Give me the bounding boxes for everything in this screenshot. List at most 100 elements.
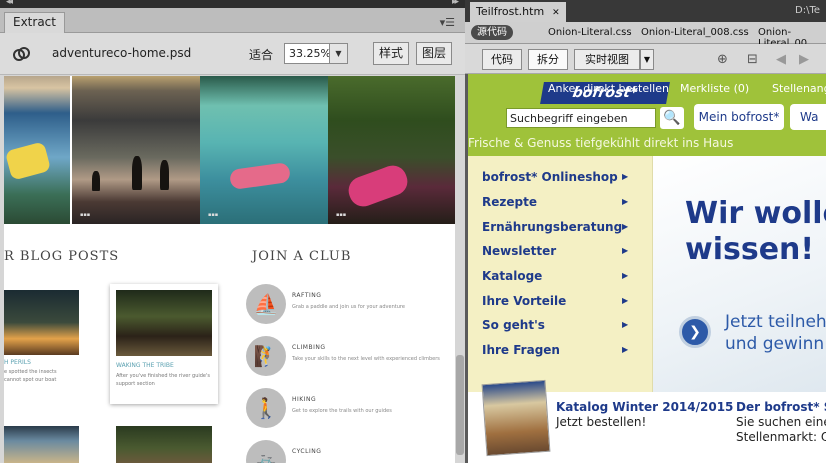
warenkorb-button[interactable]: Wa [790,104,826,130]
arrow-right-icon[interactable]: ❯ [679,316,711,348]
club-title: CYCLING [292,448,322,455]
hiking-icon: 🚶 [246,388,286,428]
club-desc: Grab a paddle and join us for your adven… [292,304,405,310]
photo-silhouettes: ▪▪▪ [72,76,200,224]
nav-item-rezepte[interactable]: Rezepte [482,195,537,209]
diver-shape [228,161,292,191]
blog-image-3 [4,426,79,463]
document-tabs: Teilfrost.htm ✕ D:\Te [465,0,826,22]
blog-card-desc: After you've finished the river guide's … [116,373,210,387]
catalog-image[interactable] [481,379,551,457]
back-arrow-icon[interactable]: ◀ [776,52,786,67]
climber-shape [344,161,412,211]
blog-card-image [116,290,212,356]
cycling-icon: 🚲 [246,440,286,463]
extract-panel: ◂◂ ▸▸ Extract ▾☰ adventureco-home.psd 适合… [0,0,465,463]
preview-icon[interactable]: ⊟ [747,52,758,67]
forward-arrow-icon[interactable]: ▶ [799,52,809,67]
nav-item-newsletter[interactable]: Newsletter [482,244,556,258]
dreamweaver-pane: Teilfrost.htm ✕ D:\Te 源代码 Onion-Literal.c… [465,0,826,463]
hero-banner[interactable]: Wir wolle wissen! ❯ Jetzt teilneh und ge… [653,156,826,392]
chevron-right-icon: ▶ [622,271,629,280]
site-header: bofrost* Anker direkt bestellen Merklist… [468,74,826,156]
nav-item-vorteile[interactable]: Ihre Vorteile [482,294,566,308]
search-icon[interactable]: 🔍 [660,107,684,129]
top-link-jobs[interactable]: Stellenang [772,82,826,95]
hero-sub-line2: und gewinn [725,334,825,354]
chevron-down-icon[interactable]: ▼ [329,44,347,63]
related-files-bar: 源代码 Onion-Literal.css Onion-Literal_008.… [465,22,826,49]
chevron-down-icon[interactable]: ▼ [640,49,654,70]
teaser-row: Katalog Winter 2014/2015 Jetzt bestellen… [468,379,826,463]
photo-kayak [4,76,70,224]
mein-bofrost-button[interactable]: Mein bofrost* [694,104,784,130]
blog-image-4 [116,426,212,463]
code-view-button[interactable]: 代码 [482,49,522,70]
tab-teilfrost[interactable]: Teilfrost.htm ✕ [470,2,566,22]
tab-extract[interactable]: Extract [4,12,65,33]
catalog-title[interactable]: Katalog Winter 2014/2015 [556,400,733,414]
heading-blog-posts: R BLOG POSTS [4,249,120,264]
fit-label: 适合 [249,48,274,62]
zoom-select[interactable]: 33.25% ▼ [284,43,348,64]
close-icon[interactable]: ✕ [552,8,560,18]
site-nav: bofrost* Onlineshop ▶ Rezepte ▶ Ernährun… [468,156,653,392]
related-file[interactable]: Onion-Literal.css [548,27,632,38]
nav-item-ernaehrung[interactable]: Ernährungsberatung [482,220,622,234]
climbing-icon: 🧗 [246,336,286,376]
blog-title: H PERILS [4,359,31,366]
search-input[interactable]: Suchbegriff eingeben [506,108,656,128]
club-title: CLIMBING [292,344,326,351]
inspect-icon[interactable]: ⊕ [717,52,728,67]
extract-toolbar: adventureco-home.psd 适合 33.25% ▼ 样式 图层 [0,33,465,75]
jobs-text-line2: Stellenmarkt: Off [736,430,826,444]
psd-canvas[interactable]: ▪▪▪ ▪▪▪ ▪▪▪ R BLOG POSTS JOIN A CLUB H P… [4,76,455,463]
jobs-title[interactable]: Der bofrost* Stell [736,400,826,414]
photo-watermark: ▪▪▪ [208,212,219,218]
nav-item-so-gehts[interactable]: So geht's [482,318,545,332]
top-link-wishlist[interactable]: Merkliste (0) [680,82,749,95]
nav-item-fragen[interactable]: Ihre Fragen [482,343,560,357]
nav-item-onlineshop[interactable]: bofrost* Onlineshop [482,170,618,184]
chevron-right-icon: ▶ [622,296,629,305]
photo-snorkel: ▪▪▪ [200,76,328,224]
chevron-right-icon: ▶ [622,345,629,354]
hero-title-line2: wissen! [685,232,815,267]
club-title: HIKING [292,396,317,403]
panel-menu-icon[interactable]: ▾☰ [440,16,455,29]
collapse-icon[interactable]: ◂◂ [6,0,13,7]
hero-sub-line1: Jetzt teilneh [725,312,826,332]
tab-label: Teilfrost.htm [476,5,545,18]
chevron-right-icon: ▶ [622,172,629,181]
app-window: ◂◂ ▸▸ Extract ▾☰ adventureco-home.psd 适合… [0,0,826,463]
hero-subtitle: Jetzt teilneh und gewinn [725,311,826,355]
photo-watermark: ▪▪▪ [80,212,91,218]
club-title: RAFTING [292,292,322,299]
creative-cloud-icon[interactable] [12,44,32,64]
chevron-right-icon: ▶ [622,197,629,206]
styles-button[interactable]: 样式 [373,42,409,65]
live-view-button[interactable]: 实时视图 [574,49,640,70]
psd-filename: adventureco-home.psd [52,46,192,60]
club-desc: Take your skills to the next level with … [292,356,440,362]
hero-title: Wir wolle wissen! [685,196,826,268]
scrollbar-thumb[interactable] [456,355,464,455]
related-file[interactable]: Onion-Literal_008.css [641,27,749,38]
blog-card-title: WAKING THE TRIBE [116,362,174,369]
search-placeholder: Suchbegriff eingeben [510,112,628,125]
silhouette-person [160,160,169,190]
club-desc: Get to explore the trails with our guide… [292,408,392,414]
source-code-button[interactable]: 源代码 [471,25,513,40]
top-link-order[interactable]: Anker direkt bestellen [548,82,669,95]
blog-image-sunset [4,290,79,355]
chevron-right-icon: ▶ [622,320,629,329]
split-view-button[interactable]: 拆分 [528,49,568,70]
silhouette-person [92,171,100,191]
layers-button[interactable]: 图层 [416,42,452,65]
catalog-subtitle[interactable]: Jetzt bestellen! [556,415,646,429]
panel-tabrow: Extract ▾☰ [0,8,465,33]
blog-card[interactable]: WAKING THE TRIBE After you've finished t… [110,284,218,404]
nav-item-kataloge[interactable]: Kataloge [482,269,542,283]
expand-icon[interactable]: ▸▸ [452,0,459,7]
kayak-shape [4,141,52,181]
